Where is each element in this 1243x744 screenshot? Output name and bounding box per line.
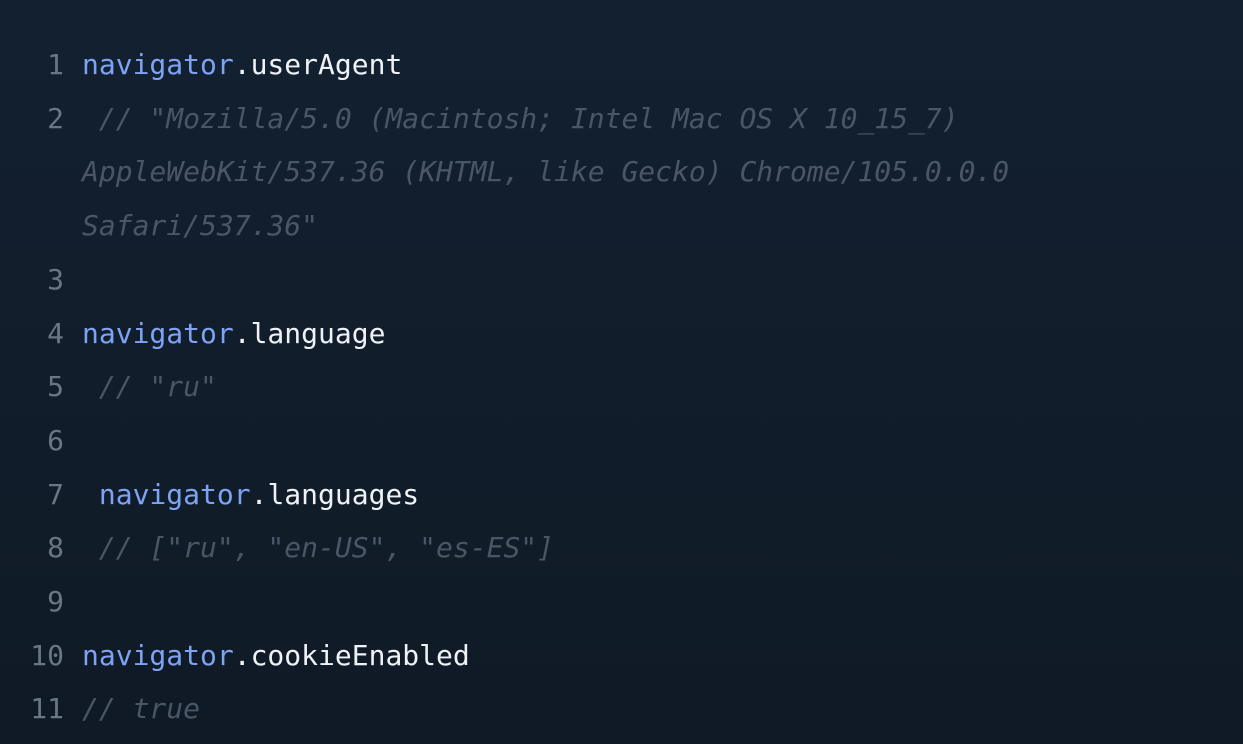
code-line: 10 navigator.cookieEnabled (0, 629, 1243, 683)
line-number: 8 (47, 531, 64, 565)
line-number: 2 (47, 101, 64, 135)
line-number: 4 (47, 316, 64, 350)
code-content[interactable]: navigator.language (64, 307, 1243, 361)
line-number: 7 (47, 477, 64, 511)
code-editor: 1 navigator.userAgent 2 // "Mozilla/5.0 … (0, 0, 1243, 744)
property-name: languages (267, 477, 420, 511)
code-line: 5 // "ru" (0, 360, 1243, 414)
code-line: 7 navigator.languages (0, 468, 1243, 522)
comment-text: // ["ru", "en-US", "es-ES"] (82, 531, 555, 565)
code-content[interactable] (64, 414, 1243, 468)
dot-operator: . (233, 48, 251, 81)
code-content[interactable]: // true (64, 682, 1243, 736)
line-number: 3 (47, 262, 64, 296)
code-content[interactable]: // "ru" (64, 360, 1243, 414)
code-line: 2 // "Mozilla/5.0 (Macintosh; Intel Mac … (0, 92, 1243, 253)
code-line: 8 // ["ru", "en-US", "es-ES"] (0, 521, 1243, 575)
object-name: navigator (82, 638, 234, 672)
code-content[interactable]: // ["ru", "en-US", "es-ES"] (64, 521, 1243, 575)
code-line: 3 (0, 253, 1243, 307)
dot-operator: . (250, 477, 268, 511)
code-line: 11 // true (0, 682, 1243, 736)
code-content[interactable]: navigator.userAgent (64, 38, 1243, 92)
object-name: navigator (82, 48, 234, 81)
line-number: 5 (47, 370, 64, 404)
line-number: 9 (47, 585, 64, 619)
code-line: 9 (0, 575, 1243, 629)
code-content[interactable] (64, 575, 1243, 629)
property-name: userAgent (250, 48, 403, 81)
line-number: 11 (30, 692, 64, 726)
code-content[interactable]: navigator.languages (64, 468, 1243, 522)
property-name: cookieEnabled (250, 638, 470, 672)
object-name: navigator (82, 477, 251, 511)
line-number: 1 (47, 48, 64, 81)
object-name: navigator (82, 316, 234, 350)
code-line: 4 navigator.language (0, 307, 1243, 361)
code-content[interactable]: navigator.cookieEnabled (64, 629, 1243, 683)
comment-text: // "Mozilla/5.0 (Macintosh; Intel Mac OS… (82, 101, 959, 135)
dot-operator: . (233, 638, 251, 672)
comment-text: // true (82, 692, 201, 726)
code-line: 6 (0, 414, 1243, 468)
line-number: 6 (47, 423, 64, 457)
comment-text: // "ru" (82, 370, 217, 404)
comment-text: AppleWebKit/537.36 (KHTML, like Gecko) C… (82, 155, 1010, 189)
code-content[interactable] (64, 253, 1243, 307)
comment-text: Safari/537.36" (82, 209, 319, 243)
property-name: language (250, 316, 386, 350)
code-content[interactable]: // "Mozilla/5.0 (Macintosh; Intel Mac OS… (64, 92, 1243, 253)
code-line: 1 navigator.userAgent (0, 38, 1243, 92)
line-number: 10 (30, 638, 64, 672)
dot-operator: . (233, 316, 251, 350)
